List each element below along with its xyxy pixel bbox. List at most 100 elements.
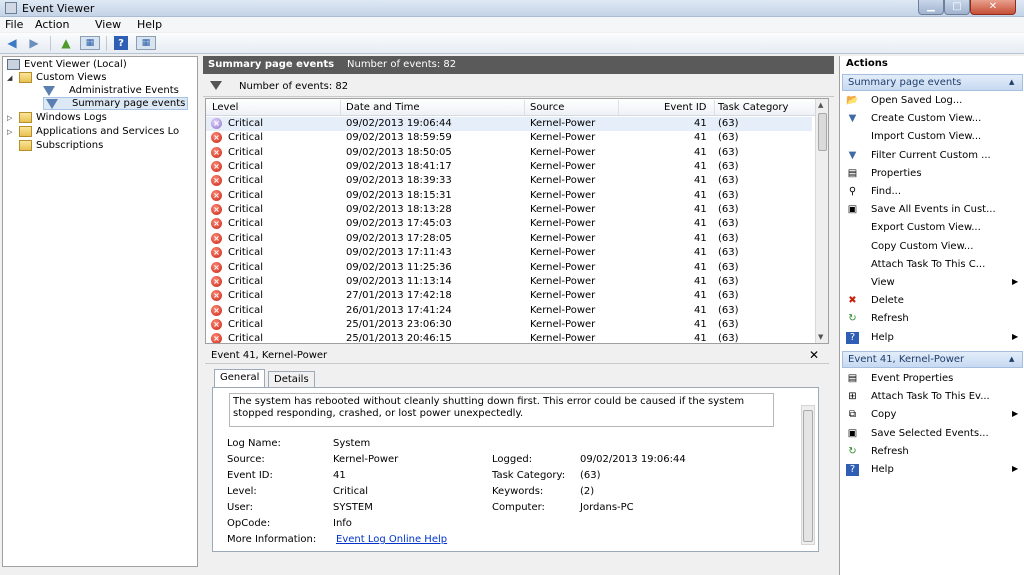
cell-event-id: 41 (694, 204, 707, 216)
action-view[interactable]: View ▶ (844, 275, 1022, 291)
collapsed-triangle-icon[interactable]: ▷ (7, 114, 12, 122)
cell-date-time: 09/02/2013 18:59:59 (346, 132, 452, 144)
table-row[interactable]: × Critical 09/02/2013 18:41:17 Kernel-Power… (206, 160, 812, 174)
tree-node-windows-logs[interactable]: ▷ Windows Logs (7, 111, 107, 124)
table-row[interactable]: × Critical 09/02/2013 17:45:03 Kernel-Power… (206, 217, 812, 231)
properties-icon: ▤ (847, 373, 858, 384)
action-copy[interactable]: ⧉ Copy ▶ (844, 407, 1022, 423)
task-icon: ⊞ (848, 391, 857, 403)
column-header-level[interactable]: Level (212, 102, 238, 113)
table-row[interactable]: × Critical 26/01/2013 17:41:24 Kernel-Power… (206, 304, 812, 318)
cell-date-time: 25/01/2013 23:06:30 (346, 318, 452, 330)
filter-icon: ▼ (848, 149, 857, 161)
table-row[interactable]: × Critical 25/01/2013 23:06:30 Kernel-Power… (206, 318, 812, 332)
action-save-all-events-in-cust[interactable]: ▣ Save All Events in Cust... (844, 202, 1022, 218)
cell-date-time: 09/02/2013 18:15:31 (346, 189, 452, 201)
table-row[interactable]: × Critical 27/01/2013 17:42:18 Kernel-Power… (206, 289, 812, 303)
action-export-custom-view[interactable]: Export Custom View... (844, 220, 1022, 236)
action-help[interactable]: ? Help ▶ (844, 462, 1022, 478)
menu-file[interactable]: File (5, 18, 23, 31)
column-header-source[interactable]: Source (530, 102, 564, 113)
tab-general[interactable]: General (214, 369, 266, 388)
action-import-custom-view[interactable]: Import Custom View... (844, 129, 1022, 145)
table-row[interactable]: × Critical 09/02/2013 18:50:05 Kernel-Power… (206, 146, 812, 160)
table-row[interactable]: × Critical 09/02/2013 17:28:05 Kernel-Power… (206, 232, 812, 246)
tree-node-subscriptions[interactable]: Subscriptions (19, 139, 103, 152)
action-delete[interactable]: ✖ Delete (844, 293, 1022, 309)
action-create-custom-view[interactable]: ▼ Create Custom View... (844, 111, 1022, 127)
scroll-down-arrow-icon[interactable]: ▼ (818, 333, 823, 341)
help-icon[interactable]: ? (114, 36, 128, 50)
collapsed-triangle-icon[interactable]: ▷ (7, 128, 12, 136)
action-open-saved-log[interactable]: 📂 Open Saved Log... (844, 93, 1022, 109)
action-save-selected-events[interactable]: ▣ Save Selected Events... (844, 426, 1022, 442)
tree-node-administrative-events[interactable]: Administrative Events (43, 84, 179, 97)
menu-help[interactable]: Help (137, 18, 162, 31)
action-event-properties[interactable]: ▤ Event Properties (844, 371, 1022, 387)
table-row[interactable]: × Critical 25/01/2013 20:46:15 Kernel-Power… (206, 332, 812, 343)
event-detail-title: Event 41, Kernel-Power (211, 350, 328, 361)
table-row[interactable]: × Critical 09/02/2013 18:15:31 Kernel-Power… (206, 189, 812, 203)
up-folder-icon[interactable]: ▲ (58, 36, 74, 50)
table-row[interactable]: × Critical 09/02/2013 11:13:14 Kernel-Power… (206, 275, 812, 289)
actions-section-summary-page-events[interactable]: Summary page events ▲ (842, 74, 1023, 91)
more-information-label: More Information: (227, 534, 317, 545)
folder-icon (19, 72, 32, 83)
table-row[interactable]: × Critical 09/02/2013 17:11:43 Kernel-Power… (206, 246, 812, 260)
actions-section-event-41[interactable]: Event 41, Kernel-Power ▲ (842, 351, 1023, 368)
tree-node-applications-and-services[interactable]: ▷ Applications and Services Lo (7, 125, 179, 138)
table-row[interactable]: × Critical 09/02/2013 11:25:36 Kernel-Power… (206, 261, 812, 275)
action-label: Copy (871, 409, 897, 421)
column-divider[interactable] (524, 100, 525, 115)
scrollbar-thumb[interactable] (818, 113, 827, 151)
action-properties[interactable]: ▤ Properties (844, 166, 1022, 182)
scroll-up-arrow-icon[interactable]: ▲ (818, 101, 823, 109)
column-header-task-category[interactable]: Task Category (718, 102, 788, 113)
event-log-online-help-link[interactable]: Event Log Online Help (336, 534, 447, 545)
action-filter-current-custom[interactable]: ▼ Filter Current Custom ... (844, 148, 1022, 164)
folder-icon (19, 112, 32, 123)
tree-node-custom-views[interactable]: ◢ Custom Views (7, 71, 106, 84)
action-copy-custom-view[interactable]: Copy Custom View... (844, 239, 1022, 255)
submenu-arrow-icon: ▶ (1012, 409, 1019, 419)
column-header-event-id[interactable]: Event ID (664, 102, 706, 113)
action-help[interactable]: ? Help ▶ (844, 330, 1022, 346)
action-refresh[interactable]: ↻ Refresh (844, 311, 1022, 327)
collapse-caret-icon[interactable]: ▲ (1009, 78, 1014, 86)
column-divider[interactable] (714, 100, 715, 115)
close-button[interactable]: ✕ (970, 0, 1016, 15)
scrollbar-thumb[interactable] (803, 410, 813, 542)
action-attach-task-to-this-c[interactable]: Attach Task To This C... (844, 257, 1022, 273)
tree-node-event-viewer-local[interactable]: Event Viewer (Local) (7, 58, 127, 71)
show-hide-action-pane-icon[interactable]: ▦ (136, 36, 156, 50)
menu-action[interactable]: Action (35, 18, 69, 31)
collapse-caret-icon[interactable]: ▲ (1009, 355, 1014, 363)
table-row[interactable]: × Critical 09/02/2013 18:59:59 Kernel-Power… (206, 131, 812, 145)
detail-vertical-scrollbar[interactable] (801, 405, 815, 545)
table-row[interactable]: × Critical 09/02/2013 18:39:33 Kernel-Power… (206, 174, 812, 188)
action-label: Attach Task To This C... (871, 258, 986, 270)
column-divider[interactable] (618, 100, 619, 115)
forward-arrow-icon[interactable]: ▶ (26, 36, 42, 50)
refresh-icon: ↻ (848, 445, 857, 457)
event-detail-header: Event 41, Kernel-Power ✕ (205, 348, 829, 364)
action-find[interactable]: ⚲ Find... (844, 184, 1022, 200)
grid-vertical-scrollbar[interactable]: ▲ ▼ (815, 99, 828, 343)
column-header-date-and-time[interactable]: Date and Time (346, 102, 420, 113)
action-refresh[interactable]: ↻ Refresh (844, 444, 1022, 460)
tab-details[interactable]: Details (268, 371, 315, 387)
tree-node-summary-page-events[interactable]: Summary page events (43, 97, 189, 110)
action-attach-task-to-this-ev[interactable]: ⊞ Attach Task To This Ev... (844, 389, 1022, 405)
back-arrow-icon[interactable]: ◀ (4, 36, 20, 50)
expanded-triangle-icon[interactable]: ◢ (7, 74, 12, 82)
show-hide-console-tree-icon[interactable]: ▦ (80, 36, 100, 50)
table-row[interactable]: × Critical 09/02/2013 19:06:44 Kernel-Power… (206, 117, 812, 132)
column-divider[interactable] (340, 100, 341, 115)
table-row[interactable]: × Critical 09/02/2013 18:13:28 Kernel-Power… (206, 203, 812, 217)
menu-view[interactable]: View (95, 18, 121, 31)
cell-task-category: (63) (718, 304, 739, 316)
minimize-button[interactable]: ▁ (918, 0, 944, 15)
cell-date-time: 26/01/2013 17:41:24 (346, 304, 452, 316)
maximize-button[interactable]: □ (944, 0, 970, 15)
close-detail-icon[interactable]: ✕ (809, 348, 819, 362)
